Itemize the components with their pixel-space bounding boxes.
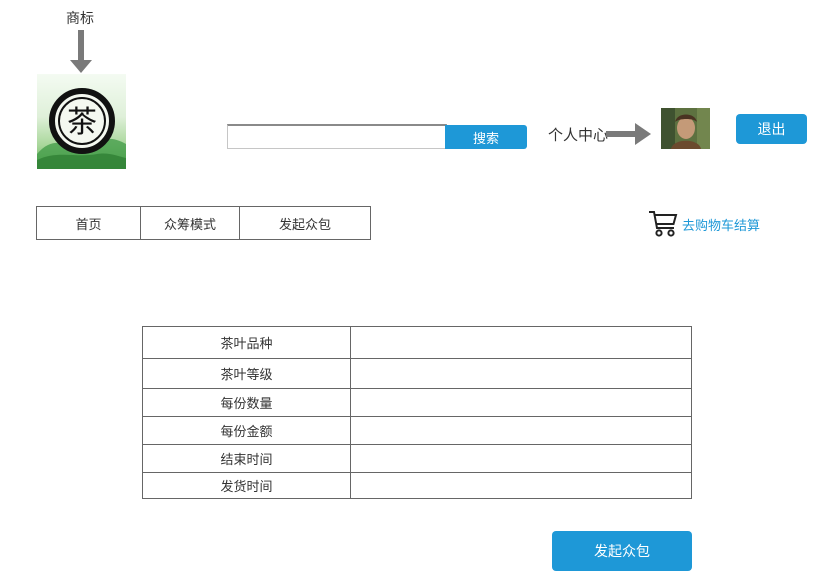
nav-item-start-crowdsource[interactable]: 发起众包 xyxy=(239,207,370,239)
form-label-quantity-per-share: 每份数量 xyxy=(142,388,351,417)
form-label-ship-time: 发货时间 xyxy=(142,472,351,499)
personal-center-label[interactable]: 个人中心 xyxy=(548,124,608,145)
crowdsource-form: 茶叶品种 茶叶等级 每份数量 每份金额 结束时间 发货时间 xyxy=(142,326,692,499)
form-row: 每份金额 xyxy=(142,416,692,445)
logout-button[interactable]: 退出 xyxy=(736,114,807,144)
form-label-tea-grade: 茶叶等级 xyxy=(142,358,351,389)
quantity-per-share-input[interactable] xyxy=(351,394,691,410)
form-label-end-time: 结束时间 xyxy=(142,444,351,473)
search-button[interactable]: 搜索 xyxy=(445,125,527,149)
cart-label[interactable]: 去购物车结算 xyxy=(682,215,760,234)
form-row: 每份数量 xyxy=(142,388,692,417)
form-row: 发货时间 xyxy=(142,472,692,499)
cart-link[interactable]: 去购物车结算 xyxy=(648,210,760,238)
form-label-tea-variety: 茶叶品种 xyxy=(142,326,351,359)
arrow-right-icon xyxy=(606,122,652,150)
logo[interactable]: 茶 xyxy=(37,74,126,169)
logo-caption: 商标 xyxy=(66,11,94,27)
user-photo-icon xyxy=(661,108,710,149)
search-input[interactable] xyxy=(227,124,447,149)
nav-item-home[interactable]: 首页 xyxy=(37,207,140,239)
main-nav: 首页 众筹模式 发起众包 xyxy=(36,206,371,240)
nav-item-crowdfunding-mode[interactable]: 众筹模式 xyxy=(140,207,239,239)
form-row: 茶叶等级 xyxy=(142,358,692,389)
form-label-amount-per-share: 每份金额 xyxy=(142,416,351,445)
tea-grade-input[interactable] xyxy=(351,365,691,381)
amount-per-share-input[interactable] xyxy=(351,422,691,438)
form-row: 结束时间 xyxy=(142,444,692,473)
ship-time-input[interactable] xyxy=(351,477,691,493)
start-crowdsource-button[interactable]: 发起众包 xyxy=(552,531,692,571)
tea-logo-icon: 茶 xyxy=(37,88,126,169)
avatar[interactable] xyxy=(661,108,710,149)
logo-glyph: 茶 xyxy=(67,105,97,140)
end-time-input[interactable] xyxy=(351,450,691,466)
arrow-down-icon xyxy=(68,30,94,78)
shopping-cart-icon xyxy=(649,211,678,237)
form-row: 茶叶品种 xyxy=(142,326,692,359)
tea-variety-input[interactable] xyxy=(351,334,691,350)
